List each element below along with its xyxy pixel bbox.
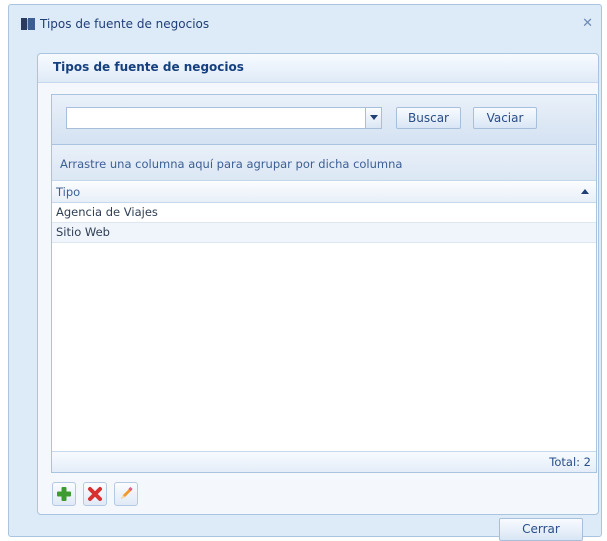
group-hint: Arrastre una columna aquí para agrupar p… — [60, 157, 403, 171]
sort-ascending-icon — [581, 189, 589, 194]
panel-header: Tipos de fuente de negocios — [38, 54, 598, 83]
total-count: Total: 2 — [549, 455, 591, 469]
edit-button[interactable] — [114, 482, 138, 506]
window-title: Tipos de fuente de negocios — [40, 17, 210, 31]
combo-dropdown-button[interactable] — [365, 108, 381, 128]
search-input[interactable] — [67, 108, 363, 128]
clear-button[interactable]: Vaciar — [473, 107, 537, 129]
add-icon — [57, 487, 71, 501]
dialog-window: Tipos de fuente de negocios ✕ Tipos de f… — [8, 4, 602, 541]
grid-footer: Total: 2 — [52, 451, 596, 472]
column-label: Tipo — [56, 185, 81, 199]
add-button[interactable] — [52, 482, 76, 506]
search-combo[interactable] — [66, 107, 382, 129]
main-panel: Tipos de fuente de negocios Buscar Vacia… — [37, 53, 599, 515]
column-header-tipo[interactable]: Tipo — [52, 181, 596, 203]
close-button[interactable]: Cerrar — [499, 518, 583, 541]
search-button[interactable]: Buscar — [396, 107, 461, 129]
panel-title: Tipos de fuente de negocios — [53, 60, 244, 74]
close-icon[interactable]: ✕ — [582, 16, 593, 31]
book-icon — [21, 18, 35, 30]
edit-icon — [121, 486, 133, 499]
group-by-area[interactable]: Arrastre una columna aquí para agrupar p… — [52, 145, 596, 181]
delete-button[interactable] — [83, 482, 107, 506]
search-toolbar: Buscar Vaciar — [51, 94, 597, 144]
table-row[interactable]: Sitio Web — [52, 223, 596, 243]
title-bar: Tipos de fuente de negocios ✕ — [9, 5, 601, 37]
data-grid: Arrastre una columna aquí para agrupar p… — [51, 144, 597, 473]
chevron-down-icon — [370, 115, 378, 120]
delete-icon — [88, 487, 102, 501]
table-row[interactable]: Agencia de Viajes — [52, 203, 596, 223]
